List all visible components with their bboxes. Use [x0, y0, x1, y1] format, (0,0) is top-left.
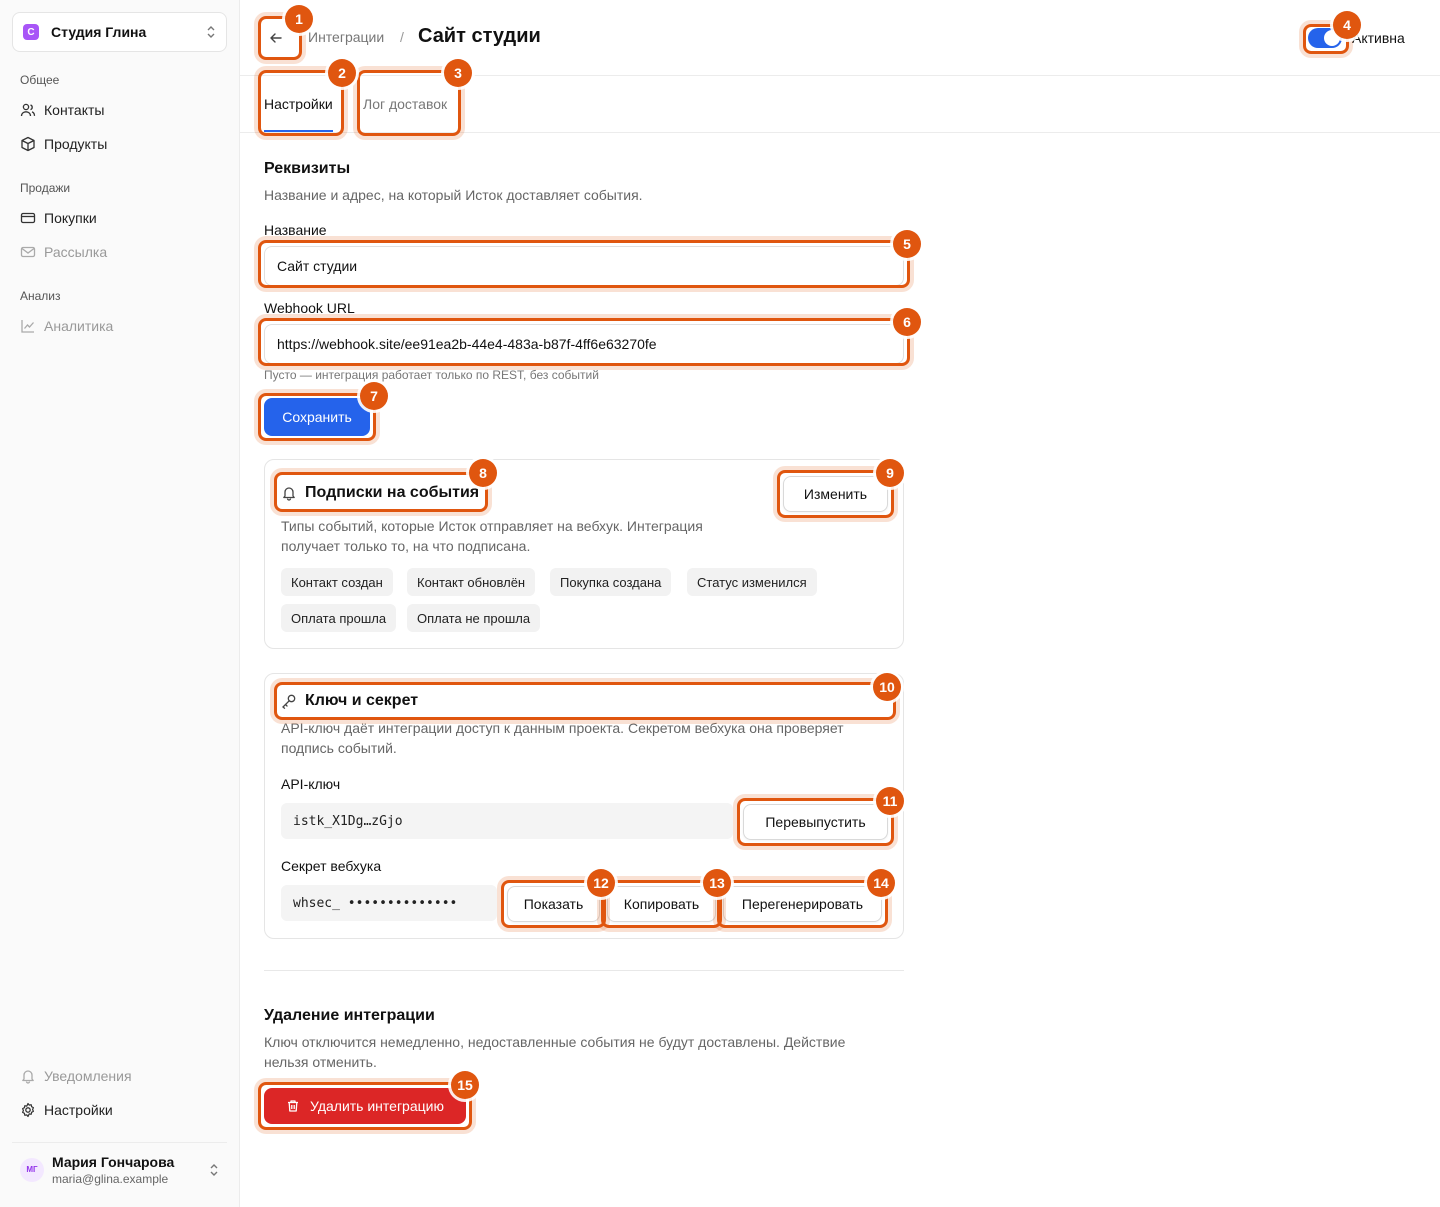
box-icon: [21, 136, 35, 152]
details-description: Название и адрес, на который Исток доста…: [264, 187, 643, 203]
details-title: Реквизиты: [264, 160, 351, 177]
sidebar-item-label: Уведомления: [44, 1068, 132, 1084]
regenerate-secret-button[interactable]: Перегенерировать: [723, 886, 882, 922]
show-secret-button[interactable]: Показать: [507, 886, 600, 922]
webhook-secret-label: Секрет вебхука: [281, 858, 382, 874]
page-title: Сайт студии: [418, 25, 541, 47]
annotation-badge: 1: [285, 5, 313, 33]
save-button[interactable]: Сохранить: [264, 398, 370, 436]
annotation-badge: 12: [587, 869, 615, 897]
sidebar-item-products[interactable]: Продукты: [20, 134, 107, 154]
tab-bar: Настройки Лог доставок: [240, 76, 1440, 133]
user-email: maria@glina.example: [52, 1171, 169, 1186]
page-header: Интеграции / Сайт студии Активна: [240, 0, 1440, 76]
keys-title: Ключ и секрет: [281, 692, 418, 710]
sidebar-item-mailing[interactable]: Рассылка: [20, 242, 107, 262]
event-chip: Оплата прошла: [281, 604, 397, 632]
mail-icon: [20, 246, 36, 258]
sidebar-item-label: Настройки: [44, 1102, 113, 1118]
chevron-updown-icon: [209, 1163, 219, 1177]
sidebar-item-contacts[interactable]: Контакты: [20, 100, 104, 120]
user-info: Мария Гончарова maria@glina.example: [52, 1154, 209, 1186]
event-chip: Покупка создана: [550, 568, 672, 596]
sidebar-item-label: Контакты: [44, 102, 105, 118]
section-divider: [264, 970, 904, 971]
api-key-label: API-ключ: [281, 776, 341, 792]
tab-delivery-log[interactable]: Лог доставок: [363, 96, 447, 132]
annotation-badge: 15: [451, 1071, 479, 1099]
copy-secret-button[interactable]: Копировать: [607, 886, 716, 922]
avatar: МГ: [20, 1157, 44, 1182]
annotation-badge: 14: [867, 869, 895, 897]
annotation-badge: 5: [893, 230, 921, 258]
workspace-switcher[interactable]: С Студия Глина: [12, 12, 227, 52]
annotation-badge: 4: [1333, 11, 1361, 39]
webhook-secret-value: whsec_ ••••••••••••••: [281, 885, 497, 921]
annotation-badge: 6: [893, 308, 921, 336]
webhook-url-input[interactable]: https://webhook.site/ee91ea2b-44e4-483a-…: [264, 324, 904, 364]
annotation-badge: 10: [873, 673, 901, 701]
annotation-badge: 11: [876, 787, 904, 815]
annotation-badge: 8: [469, 459, 497, 487]
tab-settings[interactable]: Настройки: [264, 96, 333, 132]
workspace-logo: С: [23, 24, 39, 40]
sidebar-item-label: Рассылка: [44, 244, 108, 260]
name-label: Название: [264, 222, 327, 238]
webhook-url-hint: Пусто — интеграция работает только по RE…: [264, 368, 599, 382]
subscriptions-title-text: Подписки на события: [305, 484, 480, 501]
bell-icon: [283, 487, 295, 501]
trash-icon: [288, 1100, 299, 1112]
subscriptions-description-line1: Типы событий, которые Исток отправляет н…: [281, 518, 703, 534]
workspace-name: Студия Глина: [51, 24, 147, 40]
bell-icon: [22, 1070, 34, 1084]
event-chip: Оплата не прошла: [407, 604, 541, 632]
sidebar-item-label: Покупки: [44, 210, 97, 226]
delete-description-line1: Ключ отключится немедленно, недоставленн…: [264, 1034, 846, 1050]
sidebar-item-label: Продукты: [44, 136, 108, 152]
breadcrumb-integrations[interactable]: Интеграции: [308, 29, 384, 45]
keys-description-line1: API-ключ даёт интеграции доступ к данным…: [281, 720, 844, 736]
keys-title-text: Ключ и секрет: [305, 692, 419, 709]
sidebar: С Студия Глина Общее Контакты Продукты П…: [0, 0, 240, 1207]
sidebar-item-label: Аналитика: [44, 318, 114, 334]
subscriptions-description-line2: получает только то, на что подписана.: [281, 538, 531, 554]
annotation-badge: 7: [360, 382, 388, 410]
users-icon: [20, 103, 36, 117]
annotation-badge: 9: [876, 459, 904, 487]
nav-group-label: Общее: [20, 73, 60, 87]
annotation-badge: 13: [703, 869, 731, 897]
reissue-key-button[interactable]: Перевыпустить: [743, 804, 888, 840]
event-chip: Статус изменился: [687, 568, 817, 596]
user-menu[interactable]: МГ Мария Гончарова maria@glina.example: [12, 1142, 227, 1196]
event-chip: Контакт создан: [281, 568, 393, 596]
delete-integration-button[interactable]: Удалить интеграцию: [264, 1088, 466, 1124]
sidebar-item-purchases[interactable]: Покупки: [20, 208, 97, 228]
delete-integration-label: Удалить интеграцию: [310, 1098, 444, 1114]
active-toggle-label: Активна: [1352, 30, 1405, 46]
subscriptions-title: Подписки на события: [281, 484, 479, 502]
keys-description-line2: подпись событий.: [281, 740, 397, 756]
webhook-url-label: Webhook URL: [264, 300, 355, 316]
sidebar-item-notifications[interactable]: Уведомления: [20, 1066, 132, 1086]
user-name: Мария Гончарова: [52, 1153, 175, 1170]
delete-section-title: Удаление интеграции: [264, 1007, 435, 1024]
gear-icon: [22, 1102, 34, 1118]
edit-subscriptions-button[interactable]: Изменить: [783, 476, 888, 512]
breadcrumb-separator: /: [400, 29, 404, 45]
api-key-value: istk_X1Dg…zGjo: [281, 803, 733, 839]
nav-group-label: Продажи: [20, 181, 71, 195]
credit-card-icon: [20, 212, 36, 224]
sidebar-item-analytics[interactable]: Аналитика: [20, 316, 113, 336]
delete-description-line2: нельзя отменить.: [264, 1054, 377, 1070]
event-chip: Контакт обновлён: [407, 568, 536, 596]
arrow-left-icon: [270, 33, 282, 43]
nav-group-label: Анализ: [20, 289, 61, 303]
chart-icon: [21, 320, 34, 333]
annotation-badge: 3: [444, 59, 472, 87]
annotation-badge: 2: [328, 59, 356, 87]
key-icon: [282, 694, 296, 709]
chevron-updown-icon: [206, 25, 216, 39]
sidebar-item-settings[interactable]: Настройки: [20, 1100, 113, 1120]
name-input[interactable]: Сайт студии: [264, 246, 904, 286]
